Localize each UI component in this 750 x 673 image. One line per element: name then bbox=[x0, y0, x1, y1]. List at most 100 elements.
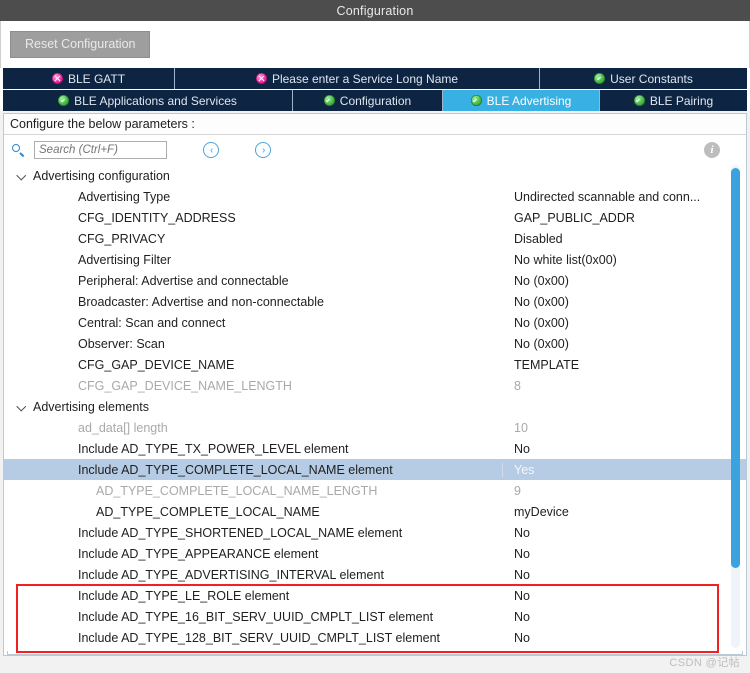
tree-row-name: Include AD_TYPE_TX_POWER_LEVEL element bbox=[78, 441, 349, 456]
tree-row-name: CFG_GAP_DEVICE_NAME bbox=[78, 357, 235, 372]
tree-row-name: Broadcaster: Advertise and non-connectab… bbox=[78, 294, 324, 309]
tree-row-name: Include AD_TYPE_128_BIT_SERV_UUID_CMPLT_… bbox=[78, 630, 440, 645]
reset-configuration-button[interactable]: Reset Configuration bbox=[10, 31, 151, 58]
tree-row-name: CFG_IDENTITY_ADDRESS bbox=[78, 210, 236, 225]
search-icon bbox=[12, 143, 25, 157]
tree-row-value[interactable]: 8 bbox=[502, 379, 746, 393]
tree-row-name: Peripheral: Advertise and connectable bbox=[78, 273, 289, 288]
tree-row[interactable]: Peripheral: Advertise and connectable No … bbox=[4, 270, 746, 291]
tree-row[interactable]: CFG_IDENTITY_ADDRESS GAP_PUBLIC_ADDR bbox=[4, 207, 746, 228]
tree-row[interactable]: Advertising configuration bbox=[4, 165, 746, 186]
status-error-icon bbox=[51, 73, 63, 84]
tree-row-name: Include AD_TYPE_ADVERTISING_INTERVAL ele… bbox=[78, 567, 384, 582]
tree-row[interactable]: Include AD_TYPE_16_BIT_SERV_UUID_CMPLT_L… bbox=[4, 606, 746, 627]
tree-row-value[interactable]: Yes bbox=[502, 462, 746, 477]
tab-configuration[interactable]: Configuration bbox=[293, 90, 443, 111]
tree-row-name: Advertising Filter bbox=[78, 252, 172, 267]
tree-row-value[interactable]: 9 bbox=[502, 484, 746, 498]
tree-row[interactable]: AD_TYPE_COMPLETE_LOCAL_NAME_LENGTH 9 bbox=[4, 480, 746, 501]
tree-row-value[interactable]: Disabled bbox=[502, 232, 746, 246]
tree-row[interactable]: Advertising elements bbox=[4, 396, 746, 417]
tree-row[interactable]: CFG_GAP_DEVICE_NAME_LENGTH 8 bbox=[4, 375, 746, 396]
tree-row[interactable]: Include AD_TYPE_TX_POWER_LEVEL element No bbox=[4, 438, 746, 459]
tree-row-value[interactable]: No (0x00) bbox=[502, 274, 746, 288]
tree-row-value[interactable]: No bbox=[502, 568, 746, 582]
tree-row-value[interactable]: No bbox=[502, 631, 746, 645]
tree-row-value[interactable]: myDevice bbox=[502, 505, 746, 519]
tree-row-value[interactable]: No bbox=[502, 589, 746, 603]
tree-group-label: Advertising elements bbox=[33, 399, 150, 414]
toolbar: Reset Configuration bbox=[0, 21, 750, 68]
tab-please-enter-a-service-long-name[interactable]: Please enter a Service Long Name bbox=[175, 68, 540, 89]
tree-row-value[interactable]: 10 bbox=[502, 421, 746, 435]
configuration-window: Configuration Reset Configuration BLE GA… bbox=[0, 0, 750, 673]
status-ok-icon bbox=[58, 95, 70, 106]
chevron-down-icon[interactable] bbox=[18, 402, 27, 411]
status-error-icon bbox=[255, 73, 267, 84]
tree-row-name: Include AD_TYPE_SHORTENED_LOCAL_NAME ele… bbox=[78, 525, 403, 540]
scrollbar-thumb[interactable] bbox=[731, 168, 740, 568]
tab-ble-advertising[interactable]: BLE Advertising bbox=[443, 90, 600, 111]
tree-row[interactable]: Include AD_TYPE_ADVERTISING_INTERVAL ele… bbox=[4, 564, 746, 585]
tree-row-value[interactable]: Undirected scannable and conn... bbox=[502, 190, 746, 204]
tree-row-value[interactable]: No (0x00) bbox=[502, 295, 746, 309]
tree-row-name: Observer: Scan bbox=[78, 336, 165, 351]
tree-row[interactable]: Include AD_TYPE_SHORTENED_LOCAL_NAME ele… bbox=[4, 522, 746, 543]
tree-row[interactable]: Include AD_TYPE_COMPLETE_LOCAL_NAME elem… bbox=[4, 459, 746, 480]
tab-label: BLE Applications and Services bbox=[74, 93, 237, 108]
tree-row-name: Advertising Type bbox=[78, 189, 171, 204]
info-icon[interactable]: i bbox=[704, 142, 720, 158]
tree-row[interactable]: Include AD_TYPE_LE_ROLE element No bbox=[4, 585, 746, 606]
tree-row-name: CFG_GAP_DEVICE_NAME_LENGTH bbox=[78, 378, 292, 393]
tab-ble-gatt[interactable]: BLE GATT bbox=[3, 68, 175, 89]
tree-row[interactable]: Include AD_TYPE_128_BIT_SERV_UUID_CMPLT_… bbox=[4, 627, 746, 648]
panel-hint: Configure the below parameters : bbox=[4, 114, 746, 135]
status-ok-icon bbox=[633, 95, 645, 106]
parameter-panel: Configure the below parameters : ‹ › i A… bbox=[3, 113, 747, 656]
watermark: CSDN @记帖 bbox=[669, 657, 740, 669]
search-next-button[interactable]: › bbox=[255, 142, 271, 158]
status-ok-icon bbox=[594, 73, 606, 84]
tab-label: Configuration bbox=[339, 93, 412, 108]
tab-label: User Constants bbox=[610, 71, 693, 86]
tree-row-value[interactable]: TEMPLATE bbox=[502, 358, 746, 372]
tree-row-value[interactable]: No (0x00) bbox=[502, 316, 746, 330]
tree-row[interactable]: Advertising Type Undirected scannable and… bbox=[4, 186, 746, 207]
tree-row-name: AD_TYPE_COMPLETE_LOCAL_NAME_LENGTH bbox=[96, 483, 378, 498]
scrollbar-track[interactable] bbox=[731, 165, 740, 648]
tab-ble-applications-and-services[interactable]: BLE Applications and Services bbox=[3, 90, 293, 111]
tree-row[interactable]: Broadcaster: Advertise and non-connectab… bbox=[4, 291, 746, 312]
tree-row[interactable]: Central: Scan and connect No (0x00) bbox=[4, 312, 746, 333]
tree-row[interactable]: Include AD_TYPE_APPEARANCE element No bbox=[4, 543, 746, 564]
tree-row[interactable]: Observer: Scan No (0x00) bbox=[4, 333, 746, 354]
tree-row-value[interactable]: No white list(0x00) bbox=[502, 253, 746, 267]
tree-row-name: Include AD_TYPE_16_BIT_SERV_UUID_CMPLT_L… bbox=[78, 609, 434, 624]
tree-row-name: Include AD_TYPE_APPEARANCE element bbox=[78, 546, 319, 561]
tree-row[interactable]: AD_TYPE_COMPLETE_LOCAL_NAME myDevice bbox=[4, 501, 746, 522]
tree-row[interactable]: CFG_PRIVACY Disabled bbox=[4, 228, 746, 249]
tree-row-value[interactable]: No (0x00) bbox=[502, 337, 746, 351]
tab-bar: BLE GATT Please enter a Service Long Name… bbox=[0, 68, 750, 111]
tree-row-value[interactable]: No bbox=[502, 610, 746, 624]
panel-bottom-edge bbox=[7, 651, 743, 655]
tree-row-value[interactable]: No bbox=[502, 547, 746, 561]
tree-row-value[interactable]: GAP_PUBLIC_ADDR bbox=[502, 211, 746, 225]
tree-group-label: Advertising configuration bbox=[33, 168, 170, 183]
tree-row[interactable]: ad_data[] length 10 bbox=[4, 417, 746, 438]
window-title: Configuration bbox=[336, 3, 414, 18]
tree-row[interactable]: CFG_GAP_DEVICE_NAME TEMPLATE bbox=[4, 354, 746, 375]
tree-row-name: Include AD_TYPE_COMPLETE_LOCAL_NAME elem… bbox=[78, 462, 393, 477]
tree-row-value[interactable]: No bbox=[502, 526, 746, 540]
search-input[interactable] bbox=[34, 141, 167, 159]
tab-label: BLE Advertising bbox=[486, 93, 572, 108]
tab-ble-pairing[interactable]: BLE Pairing bbox=[600, 90, 747, 111]
tree-row-name: AD_TYPE_COMPLETE_LOCAL_NAME bbox=[96, 504, 320, 519]
chevron-down-icon[interactable] bbox=[18, 171, 27, 180]
tree-row[interactable]: Advertising Filter No white list(0x00) bbox=[4, 249, 746, 270]
tab-user-constants[interactable]: User Constants bbox=[540, 68, 747, 89]
tree-row-value[interactable]: No bbox=[502, 442, 746, 456]
tab-label: BLE Pairing bbox=[649, 93, 714, 108]
search-prev-button[interactable]: ‹ bbox=[203, 142, 219, 158]
tab-row-primary: BLE GATT Please enter a Service Long Name… bbox=[3, 68, 747, 89]
status-ok-icon bbox=[323, 95, 335, 106]
